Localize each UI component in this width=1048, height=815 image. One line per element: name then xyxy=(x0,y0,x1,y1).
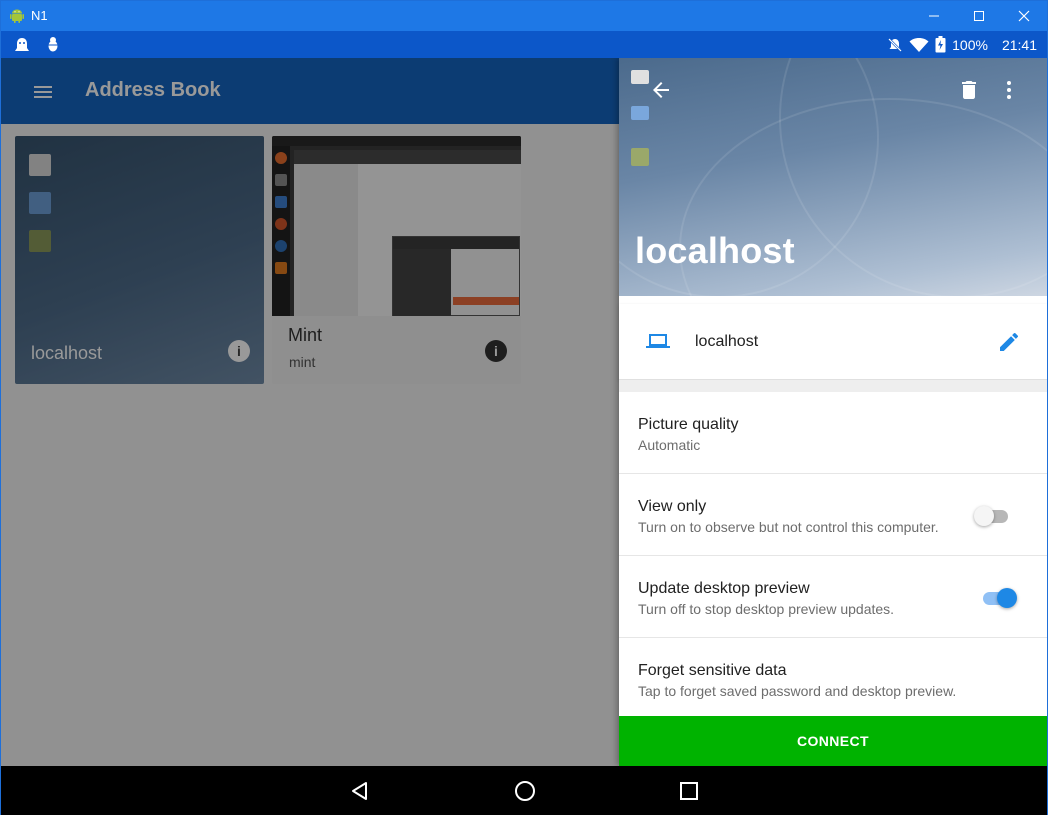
desktop-icon xyxy=(631,70,649,84)
connect-button[interactable]: CONNECT xyxy=(619,716,1047,766)
setting-update-preview[interactable]: Update desktop preview Turn off to stop … xyxy=(619,556,1047,638)
desktop-icon xyxy=(631,106,649,120)
view-only-toggle[interactable] xyxy=(974,506,1010,526)
host-address: localhost xyxy=(695,333,759,350)
ghost-notification-icon xyxy=(15,38,29,51)
minimize-button[interactable] xyxy=(911,1,957,31)
setting-view-only[interactable]: View only Turn on to observe but not con… xyxy=(619,474,1047,556)
back-arrow-icon[interactable] xyxy=(649,78,673,102)
android-icon xyxy=(10,9,24,23)
setting-picture-quality[interactable]: Picture quality Automatic xyxy=(619,392,1047,474)
android-status-bar: 100% 21:41 xyxy=(1,31,1047,58)
battery-icon xyxy=(935,36,946,53)
wifi-icon xyxy=(909,37,929,52)
edit-icon[interactable] xyxy=(997,330,1021,354)
update-preview-toggle[interactable] xyxy=(981,588,1017,608)
close-icon xyxy=(1018,10,1030,22)
section-divider xyxy=(619,380,1047,392)
setting-forget-data[interactable]: Forget sensitive data Tap to forget save… xyxy=(619,638,1047,720)
setting-subtitle: Turn on to observe but not control this … xyxy=(638,519,939,535)
detail-title: localhost xyxy=(635,230,795,271)
laptop-icon xyxy=(646,334,670,348)
nav-back-icon[interactable] xyxy=(349,780,371,802)
settings-list: Picture quality Automatic View only Turn… xyxy=(619,392,1047,716)
debug-icon xyxy=(47,37,59,52)
maximize-button[interactable] xyxy=(956,1,1002,31)
minimize-icon xyxy=(929,15,939,17)
nav-home-icon[interactable] xyxy=(514,780,536,802)
battery-percent: 100% xyxy=(952,36,988,53)
emulator-window: N1 100% 21:41 Address Book localhost i M… xyxy=(0,0,1048,815)
more-vert-icon[interactable] xyxy=(997,78,1021,102)
modal-scrim[interactable] xyxy=(1,58,619,766)
mute-icon xyxy=(888,37,902,52)
setting-title: View only xyxy=(638,498,707,515)
hero-header: localhost xyxy=(619,58,1047,296)
delete-icon[interactable] xyxy=(957,78,981,102)
setting-title: Picture quality xyxy=(638,416,739,433)
close-button[interactable] xyxy=(1001,1,1047,31)
clock: 21:41 xyxy=(1001,36,1037,53)
window-title: N1 xyxy=(31,8,48,23)
app-area: Address Book localhost i Mint mint i loc… xyxy=(1,58,1047,766)
setting-title: Update desktop preview xyxy=(638,580,810,597)
desktop-icon xyxy=(631,148,649,166)
setting-subtitle: Turn off to stop desktop preview updates… xyxy=(638,601,895,617)
host-address-row[interactable]: localhost xyxy=(619,304,1047,380)
window-titlebar[interactable]: N1 xyxy=(1,1,1047,31)
host-detail-pane: localhost localhost Picture quality Auto… xyxy=(619,58,1047,766)
setting-title: Forget sensitive data xyxy=(638,662,787,679)
setting-subtitle: Automatic xyxy=(638,437,701,453)
maximize-icon xyxy=(974,11,984,21)
android-nav-bar xyxy=(1,766,1047,815)
setting-subtitle: Tap to forget saved password and desktop… xyxy=(638,683,957,699)
nav-recents-icon[interactable] xyxy=(678,780,700,802)
